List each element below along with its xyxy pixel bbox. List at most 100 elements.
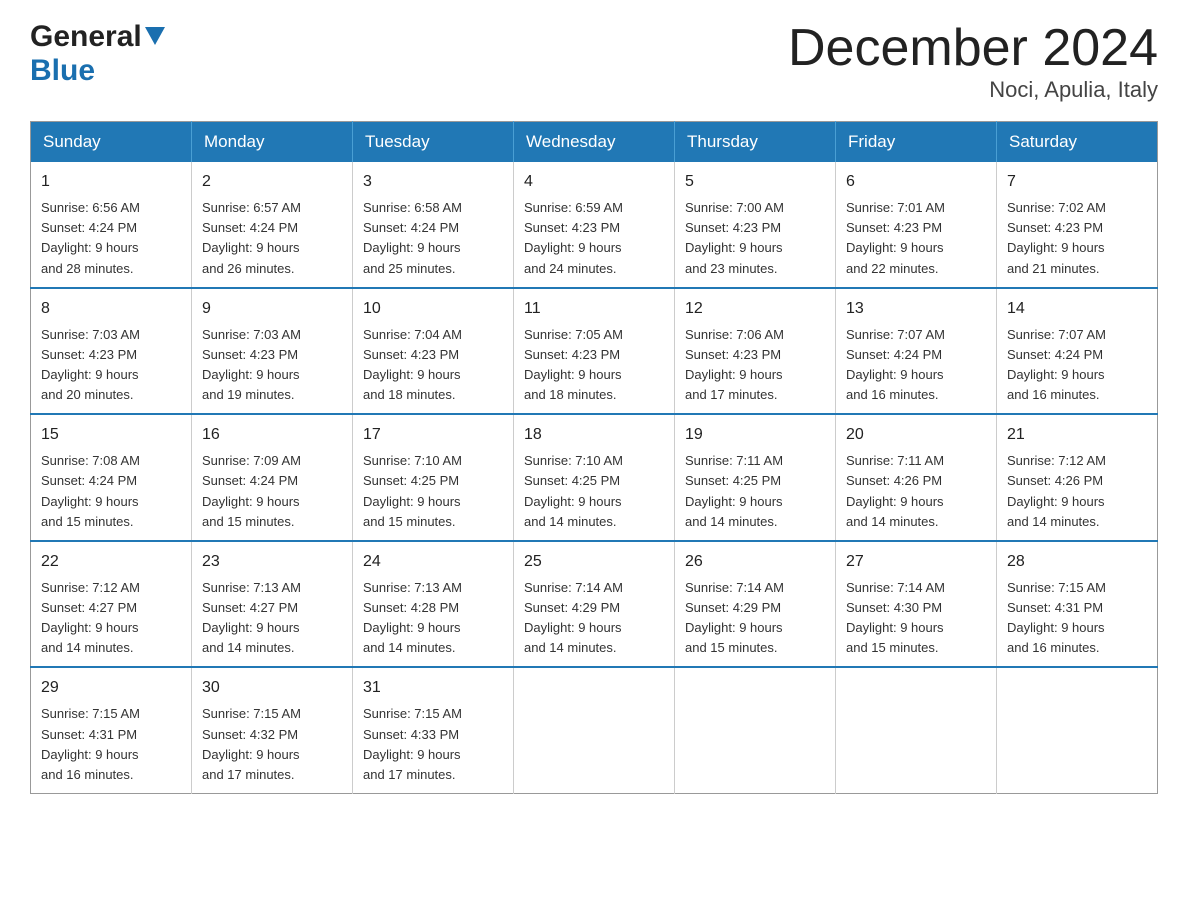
calendar-week-row: 8 Sunrise: 7:03 AM Sunset: 4:23 PM Dayli…	[31, 288, 1158, 415]
day-info: Sunrise: 7:12 AM Sunset: 4:26 PM Dayligh…	[1007, 451, 1147, 532]
calendar-day-cell: 29 Sunrise: 7:15 AM Sunset: 4:31 PM Dayl…	[31, 667, 192, 793]
calendar-week-row: 15 Sunrise: 7:08 AM Sunset: 4:24 PM Dayl…	[31, 414, 1158, 541]
day-info: Sunrise: 7:12 AM Sunset: 4:27 PM Dayligh…	[41, 578, 181, 659]
day-info: Sunrise: 7:03 AM Sunset: 4:23 PM Dayligh…	[41, 325, 181, 406]
calendar-day-cell: 2 Sunrise: 6:57 AM Sunset: 4:24 PM Dayli…	[192, 162, 353, 288]
day-number: 25	[524, 550, 664, 574]
col-sunday: Sunday	[31, 122, 192, 163]
day-number: 28	[1007, 550, 1147, 574]
calendar-day-cell: 10 Sunrise: 7:04 AM Sunset: 4:23 PM Dayl…	[353, 288, 514, 415]
calendar-day-cell: 8 Sunrise: 7:03 AM Sunset: 4:23 PM Dayli…	[31, 288, 192, 415]
day-number: 18	[524, 423, 664, 447]
day-number: 12	[685, 297, 825, 321]
calendar-table: Sunday Monday Tuesday Wednesday Thursday…	[30, 121, 1158, 794]
calendar-day-cell: 23 Sunrise: 7:13 AM Sunset: 4:27 PM Dayl…	[192, 541, 353, 668]
day-info: Sunrise: 7:14 AM Sunset: 4:29 PM Dayligh…	[524, 578, 664, 659]
day-info: Sunrise: 7:00 AM Sunset: 4:23 PM Dayligh…	[685, 198, 825, 279]
calendar-day-cell	[514, 667, 675, 793]
day-info: Sunrise: 7:10 AM Sunset: 4:25 PM Dayligh…	[524, 451, 664, 532]
calendar-day-cell: 31 Sunrise: 7:15 AM Sunset: 4:33 PM Dayl…	[353, 667, 514, 793]
calendar-day-cell	[997, 667, 1158, 793]
calendar-week-row: 22 Sunrise: 7:12 AM Sunset: 4:27 PM Dayl…	[31, 541, 1158, 668]
calendar-day-cell: 28 Sunrise: 7:15 AM Sunset: 4:31 PM Dayl…	[997, 541, 1158, 668]
calendar-day-cell: 5 Sunrise: 7:00 AM Sunset: 4:23 PM Dayli…	[675, 162, 836, 288]
day-number: 19	[685, 423, 825, 447]
day-number: 15	[41, 423, 181, 447]
day-info: Sunrise: 7:04 AM Sunset: 4:23 PM Dayligh…	[363, 325, 503, 406]
day-number: 20	[846, 423, 986, 447]
calendar-day-cell	[675, 667, 836, 793]
day-number: 23	[202, 550, 342, 574]
col-wednesday: Wednesday	[514, 122, 675, 163]
calendar-day-cell: 12 Sunrise: 7:06 AM Sunset: 4:23 PM Dayl…	[675, 288, 836, 415]
calendar-week-row: 1 Sunrise: 6:56 AM Sunset: 4:24 PM Dayli…	[31, 162, 1158, 288]
col-saturday: Saturday	[997, 122, 1158, 163]
calendar-day-cell: 16 Sunrise: 7:09 AM Sunset: 4:24 PM Dayl…	[192, 414, 353, 541]
day-number: 10	[363, 297, 503, 321]
day-info: Sunrise: 7:03 AM Sunset: 4:23 PM Dayligh…	[202, 325, 342, 406]
day-info: Sunrise: 7:15 AM Sunset: 4:31 PM Dayligh…	[41, 704, 181, 785]
calendar-day-cell: 22 Sunrise: 7:12 AM Sunset: 4:27 PM Dayl…	[31, 541, 192, 668]
day-number: 29	[41, 676, 181, 700]
day-info: Sunrise: 7:05 AM Sunset: 4:23 PM Dayligh…	[524, 325, 664, 406]
day-info: Sunrise: 7:10 AM Sunset: 4:25 PM Dayligh…	[363, 451, 503, 532]
day-number: 7	[1007, 170, 1147, 194]
calendar-day-cell: 3 Sunrise: 6:58 AM Sunset: 4:24 PM Dayli…	[353, 162, 514, 288]
title-section: December 2024 Noci, Apulia, Italy	[788, 20, 1158, 103]
calendar-day-cell: 24 Sunrise: 7:13 AM Sunset: 4:28 PM Dayl…	[353, 541, 514, 668]
calendar-day-cell	[836, 667, 997, 793]
day-number: 24	[363, 550, 503, 574]
calendar-day-cell: 27 Sunrise: 7:14 AM Sunset: 4:30 PM Dayl…	[836, 541, 997, 668]
day-info: Sunrise: 7:01 AM Sunset: 4:23 PM Dayligh…	[846, 198, 986, 279]
day-number: 3	[363, 170, 503, 194]
calendar-day-cell: 18 Sunrise: 7:10 AM Sunset: 4:25 PM Dayl…	[514, 414, 675, 541]
calendar-day-cell: 25 Sunrise: 7:14 AM Sunset: 4:29 PM Dayl…	[514, 541, 675, 668]
logo: General Blue	[30, 20, 165, 88]
calendar-day-cell: 6 Sunrise: 7:01 AM Sunset: 4:23 PM Dayli…	[836, 162, 997, 288]
day-info: Sunrise: 7:13 AM Sunset: 4:27 PM Dayligh…	[202, 578, 342, 659]
day-number: 5	[685, 170, 825, 194]
day-info: Sunrise: 6:59 AM Sunset: 4:23 PM Dayligh…	[524, 198, 664, 279]
day-number: 16	[202, 423, 342, 447]
day-number: 8	[41, 297, 181, 321]
calendar-day-cell: 7 Sunrise: 7:02 AM Sunset: 4:23 PM Dayli…	[997, 162, 1158, 288]
calendar-day-cell: 20 Sunrise: 7:11 AM Sunset: 4:26 PM Dayl…	[836, 414, 997, 541]
day-number: 1	[41, 170, 181, 194]
calendar-day-cell: 4 Sunrise: 6:59 AM Sunset: 4:23 PM Dayli…	[514, 162, 675, 288]
day-info: Sunrise: 7:11 AM Sunset: 4:25 PM Dayligh…	[685, 451, 825, 532]
calendar-day-cell: 15 Sunrise: 7:08 AM Sunset: 4:24 PM Dayl…	[31, 414, 192, 541]
day-number: 11	[524, 297, 664, 321]
day-info: Sunrise: 7:02 AM Sunset: 4:23 PM Dayligh…	[1007, 198, 1147, 279]
calendar-day-cell: 21 Sunrise: 7:12 AM Sunset: 4:26 PM Dayl…	[997, 414, 1158, 541]
day-info: Sunrise: 7:15 AM Sunset: 4:32 PM Dayligh…	[202, 704, 342, 785]
day-number: 31	[363, 676, 503, 700]
day-info: Sunrise: 7:14 AM Sunset: 4:29 PM Dayligh…	[685, 578, 825, 659]
day-info: Sunrise: 7:15 AM Sunset: 4:31 PM Dayligh…	[1007, 578, 1147, 659]
day-info: Sunrise: 7:08 AM Sunset: 4:24 PM Dayligh…	[41, 451, 181, 532]
logo-general: General	[30, 20, 142, 54]
calendar-day-cell: 9 Sunrise: 7:03 AM Sunset: 4:23 PM Dayli…	[192, 288, 353, 415]
day-info: Sunrise: 7:13 AM Sunset: 4:28 PM Dayligh…	[363, 578, 503, 659]
calendar-day-cell: 13 Sunrise: 7:07 AM Sunset: 4:24 PM Dayl…	[836, 288, 997, 415]
calendar-day-cell: 1 Sunrise: 6:56 AM Sunset: 4:24 PM Dayli…	[31, 162, 192, 288]
calendar-day-cell: 17 Sunrise: 7:10 AM Sunset: 4:25 PM Dayl…	[353, 414, 514, 541]
month-year-title: December 2024	[788, 20, 1158, 77]
col-friday: Friday	[836, 122, 997, 163]
calendar-week-row: 29 Sunrise: 7:15 AM Sunset: 4:31 PM Dayl…	[31, 667, 1158, 793]
day-info: Sunrise: 6:58 AM Sunset: 4:24 PM Dayligh…	[363, 198, 503, 279]
day-number: 9	[202, 297, 342, 321]
day-number: 21	[1007, 423, 1147, 447]
calendar-day-cell: 19 Sunrise: 7:11 AM Sunset: 4:25 PM Dayl…	[675, 414, 836, 541]
day-info: Sunrise: 6:57 AM Sunset: 4:24 PM Dayligh…	[202, 198, 342, 279]
day-info: Sunrise: 7:07 AM Sunset: 4:24 PM Dayligh…	[1007, 325, 1147, 406]
day-number: 2	[202, 170, 342, 194]
day-info: Sunrise: 7:14 AM Sunset: 4:30 PM Dayligh…	[846, 578, 986, 659]
day-number: 26	[685, 550, 825, 574]
logo-blue: Blue	[30, 54, 95, 87]
calendar-day-cell: 26 Sunrise: 7:14 AM Sunset: 4:29 PM Dayl…	[675, 541, 836, 668]
logo-arrow-icon	[145, 27, 165, 52]
col-monday: Monday	[192, 122, 353, 163]
col-tuesday: Tuesday	[353, 122, 514, 163]
day-number: 27	[846, 550, 986, 574]
calendar-day-cell: 11 Sunrise: 7:05 AM Sunset: 4:23 PM Dayl…	[514, 288, 675, 415]
